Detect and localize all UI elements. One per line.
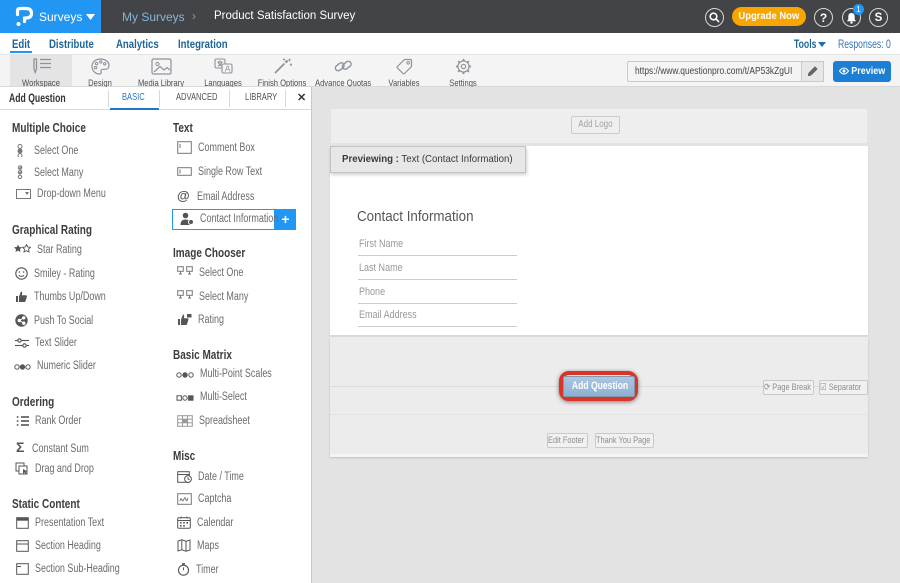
svg-text:A: A <box>224 64 230 74</box>
